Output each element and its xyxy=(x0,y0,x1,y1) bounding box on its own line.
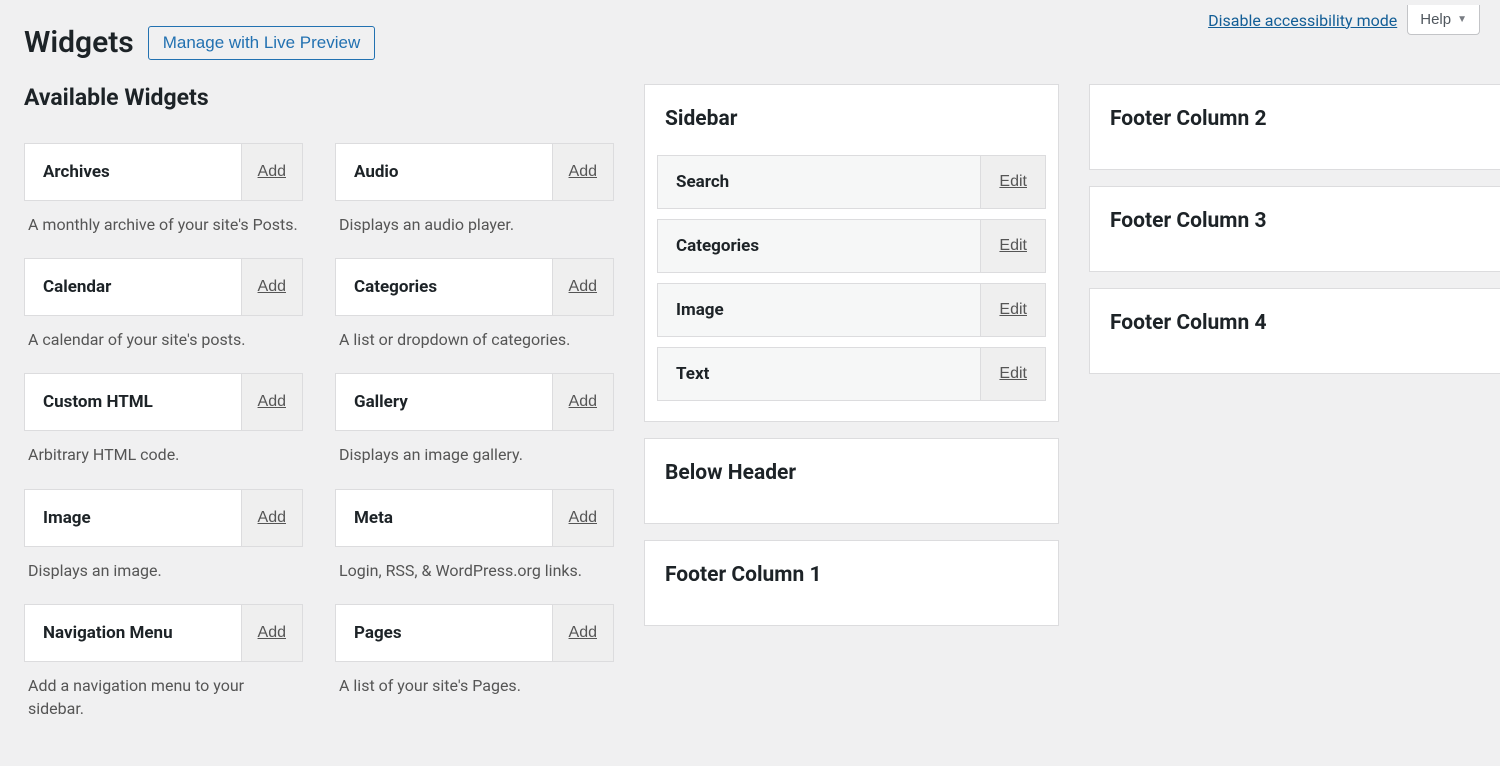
edit-button[interactable]: Edit xyxy=(980,220,1045,272)
widget-name: Categories xyxy=(336,259,552,315)
widget-area-title: Footer Column 4 xyxy=(1090,289,1500,349)
widget-area[interactable]: Sidebar Search Edit Categories Edit Imag… xyxy=(644,84,1059,422)
widget-area[interactable]: Below Header xyxy=(644,438,1059,524)
widget-description: A monthly archive of your site's Posts. xyxy=(24,201,303,244)
placed-widget-name: Search xyxy=(658,156,980,208)
add-button[interactable]: Add xyxy=(241,374,302,430)
widget-description: Add a navigation menu to your sidebar. xyxy=(24,662,303,728)
available-widget[interactable]: Pages Add xyxy=(335,604,614,662)
available-widgets-title: Available Widgets xyxy=(24,84,614,111)
available-widget[interactable]: Navigation Menu Add xyxy=(24,604,303,662)
widget-area-title: Footer Column 3 xyxy=(1090,187,1500,247)
add-button[interactable]: Add xyxy=(241,605,302,661)
available-widget[interactable]: Audio Add xyxy=(335,143,614,201)
available-widget[interactable]: Archives Add xyxy=(24,143,303,201)
placed-widget[interactable]: Image Edit xyxy=(657,283,1046,337)
edit-button[interactable]: Edit xyxy=(980,284,1045,336)
available-widget[interactable]: Custom HTML Add xyxy=(24,373,303,431)
widget-name: Pages xyxy=(336,605,552,661)
widget-area[interactable]: Footer Column 4 xyxy=(1089,288,1500,374)
widget-name: Gallery xyxy=(336,374,552,430)
add-button[interactable]: Add xyxy=(552,490,613,546)
add-button[interactable]: Add xyxy=(552,374,613,430)
available-widget[interactable]: Calendar Add xyxy=(24,258,303,316)
placed-widget-name: Categories xyxy=(658,220,980,272)
widget-name: Meta xyxy=(336,490,552,546)
widget-name: Navigation Menu xyxy=(25,605,241,661)
widget-name: Calendar xyxy=(25,259,241,315)
widget-description: A calendar of your site's posts. xyxy=(24,316,303,359)
widget-name: Image xyxy=(25,490,241,546)
widget-description: A list or dropdown of categories. xyxy=(335,316,614,359)
placed-widget-name: Image xyxy=(658,284,980,336)
available-widget[interactable]: Gallery Add xyxy=(335,373,614,431)
help-button[interactable]: Help ▼ xyxy=(1407,5,1480,35)
add-button[interactable]: Add xyxy=(241,490,302,546)
add-button[interactable]: Add xyxy=(552,605,613,661)
placed-widget[interactable]: Text Edit xyxy=(657,347,1046,401)
widget-name: Custom HTML xyxy=(25,374,241,430)
available-widget[interactable]: Categories Add xyxy=(335,258,614,316)
widget-area[interactable]: Footer Column 3 xyxy=(1089,186,1500,272)
widget-description: Displays an image. xyxy=(24,547,303,590)
widget-area-title: Sidebar xyxy=(645,85,1058,145)
add-button[interactable]: Add xyxy=(552,259,613,315)
page-title: Widgets xyxy=(24,25,134,60)
placed-widget-name: Text xyxy=(658,348,980,400)
placed-widget[interactable]: Categories Edit xyxy=(657,219,1046,273)
edit-button[interactable]: Edit xyxy=(980,156,1045,208)
add-button[interactable]: Add xyxy=(241,259,302,315)
disable-accessibility-link[interactable]: Disable accessibility mode xyxy=(1208,11,1397,30)
available-widget[interactable]: Meta Add xyxy=(335,489,614,547)
widget-area[interactable]: Footer Column 1 xyxy=(644,540,1059,626)
widget-description: Arbitrary HTML code. xyxy=(24,431,303,474)
available-widget[interactable]: Image Add xyxy=(24,489,303,547)
widget-area[interactable]: Footer Column 2 xyxy=(1089,84,1500,170)
placed-widget[interactable]: Search Edit xyxy=(657,155,1046,209)
add-button[interactable]: Add xyxy=(552,144,613,200)
add-button[interactable]: Add xyxy=(241,144,302,200)
widget-area-title: Footer Column 1 xyxy=(645,541,1058,601)
widget-name: Audio xyxy=(336,144,552,200)
help-label: Help xyxy=(1420,11,1451,28)
widget-area-title: Below Header xyxy=(645,439,1058,499)
widget-description: Displays an audio player. xyxy=(335,201,614,244)
live-preview-button[interactable]: Manage with Live Preview xyxy=(148,26,375,60)
widget-description: Login, RSS, & WordPress.org links. xyxy=(335,547,614,590)
widget-area-title: Footer Column 2 xyxy=(1090,85,1500,145)
caret-down-icon: ▼ xyxy=(1457,14,1467,25)
widget-name: Archives xyxy=(25,144,241,200)
widget-description: Displays an image gallery. xyxy=(335,431,614,474)
edit-button[interactable]: Edit xyxy=(980,348,1045,400)
widget-description: A list of your site's Pages. xyxy=(335,662,614,705)
